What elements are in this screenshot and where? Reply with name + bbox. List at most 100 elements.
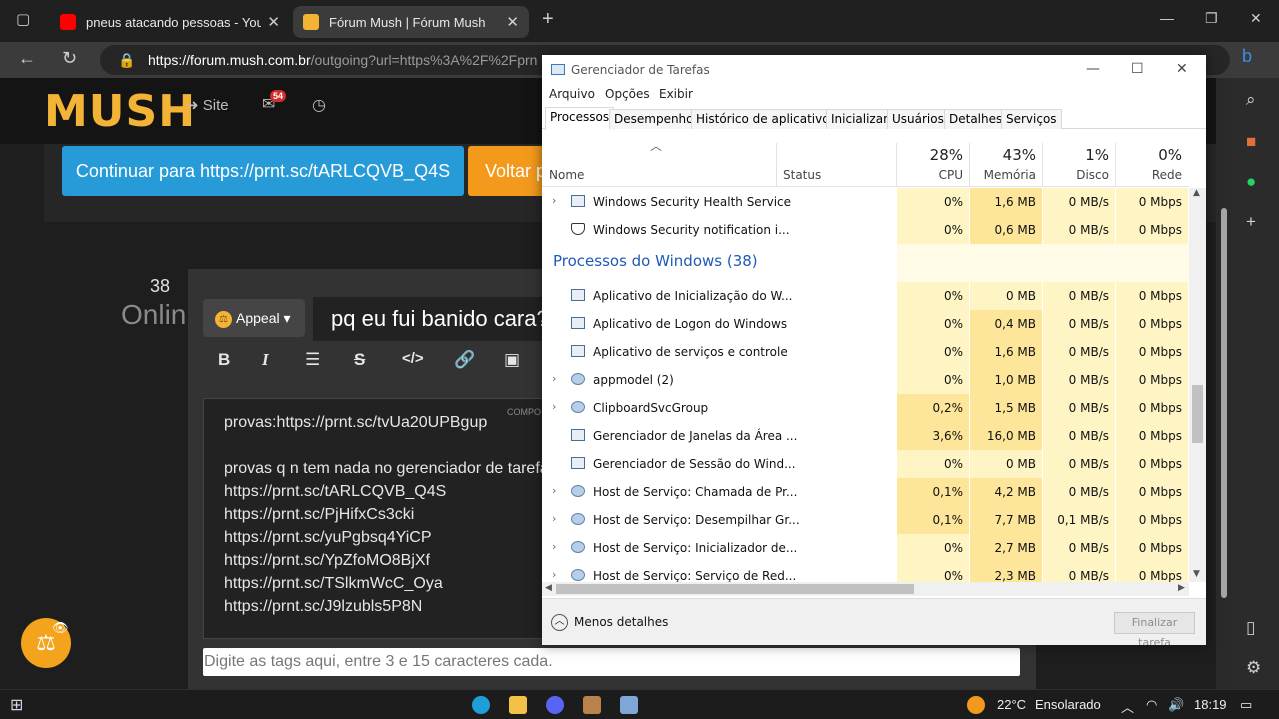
process-row[interactable]: Gerenciador de Janelas da Área ... 3,6% 16… (542, 422, 1189, 450)
process-row[interactable]: Windows Security notification i... 0% 0,6 … (542, 216, 1189, 244)
minimize-icon[interactable]: — (1160, 10, 1174, 26)
tab-historico[interactable]: Histórico de aplicativos (691, 109, 841, 129)
expand-chevron-icon[interactable]: › (552, 194, 556, 207)
col-cpu[interactable]: CPU (897, 168, 963, 182)
menu-exibir[interactable]: Exibir (659, 87, 693, 101)
bold-icon[interactable]: B (218, 350, 230, 370)
tab-servicos[interactable]: Serviços (1001, 109, 1062, 129)
tools-briefcase-icon[interactable]: ■ (1246, 132, 1256, 152)
strikethrough-icon[interactable]: S (354, 350, 365, 370)
close-tab-icon[interactable]: ✕ (267, 13, 280, 31)
wifi-icon[interactable]: ◠ (1146, 697, 1157, 713)
maximize-icon[interactable]: ☐ (1131, 61, 1144, 77)
add-plus-icon[interactable]: + (1246, 212, 1256, 232)
image-icon[interactable]: ▣ (504, 350, 520, 370)
split-screen-icon[interactable]: ▯ (1246, 618, 1255, 638)
tab-forum-mush[interactable]: Fórum Mush | Fórum Mush ✕ (293, 6, 529, 38)
task-manager-taskbar-icon[interactable] (620, 696, 638, 714)
menu-arquivo[interactable]: Arquivo (549, 87, 595, 101)
continue-button[interactable]: Continuar para https://prnt.sc/tARLCQVB_… (62, 146, 464, 196)
process-horizontal-scroll-thumb[interactable] (556, 584, 914, 594)
task-manager-titlebar[interactable]: Gerenciador de Tarefas — ☐ ✕ (542, 55, 1206, 85)
tab-usuarios[interactable]: Usuários (887, 109, 949, 129)
tags-input[interactable]: Digite as tags aqui, entre 3 e 15 caract… (203, 648, 1020, 676)
disk-percent[interactable]: 1% (1043, 146, 1109, 164)
windows-start-icon[interactable]: ⊞ (10, 695, 23, 715)
restore-icon[interactable]: ❐ (1205, 10, 1218, 27)
link-icon[interactable]: 🔗 (454, 350, 475, 370)
process-row[interactable]: › Host de Serviço: Inicializador de... 0% 2… (542, 534, 1189, 562)
process-row[interactable]: Aplicativo de Logon do Windows 0% 0,4 MB 0 … (542, 310, 1189, 338)
refresh-icon[interactable]: ↻ (62, 48, 77, 69)
recent-clock-icon[interactable]: ◷ (312, 95, 326, 115)
process-row[interactable]: Aplicativo de serviços e controle 0% 1,6 M… (542, 338, 1189, 366)
cpu-percent[interactable]: 28% (897, 146, 963, 164)
process-row[interactable]: › ClipboardSvcGroup 0,2% 1,5 MB 0 MB/s 0 Mbps (542, 394, 1189, 422)
close-window-icon[interactable]: ✕ (1250, 10, 1262, 27)
expand-chevron-icon[interactable]: › (552, 400, 556, 413)
network-percent[interactable]: 0% (1116, 146, 1182, 164)
less-details-button[interactable]: ︿ Menos detalhes (551, 614, 668, 631)
category-select[interactable]: ⚖ Appeal ▾ (203, 299, 305, 337)
new-tab-plus-icon[interactable]: + (542, 8, 554, 31)
process-vertical-scroll-thumb[interactable] (1192, 385, 1203, 443)
expand-chevron-icon[interactable]: › (552, 372, 556, 385)
menu-opcoes[interactable]: Opções (605, 87, 650, 101)
col-status[interactable]: Status (783, 168, 821, 182)
expand-chevron-icon[interactable]: › (552, 484, 556, 497)
minimize-icon[interactable]: — (1086, 61, 1100, 77)
process-row[interactable]: › Host de Serviço: Desempilhar Gr... 0,1% 7… (542, 506, 1189, 534)
expand-chevron-icon[interactable]: › (552, 540, 556, 553)
close-icon[interactable]: ✕ (1176, 61, 1188, 77)
weather-label[interactable]: Ensolarado (1035, 697, 1101, 712)
tab-desempenho[interactable]: Desempenho (609, 109, 699, 129)
package-icon[interactable] (583, 696, 601, 714)
process-net-value: 0 Mbps (1138, 485, 1182, 499)
process-row[interactable]: › Host de Serviço: Serviço de Red... 0% 2,3… (542, 562, 1189, 582)
scroll-up-icon[interactable]: ▲ (1193, 188, 1200, 198)
settings-gear-icon[interactable]: ⚙ (1246, 658, 1261, 678)
tab-youtube[interactable]: pneus atacando pessoas - YouTu ✕ (50, 6, 290, 38)
scroll-left-icon[interactable]: ◀ (545, 583, 552, 593)
tab-processos[interactable]: Processos (545, 107, 615, 130)
col-disk[interactable]: Disco (1043, 168, 1109, 182)
file-explorer-icon[interactable] (509, 696, 527, 714)
search-icon[interactable]: ⌕ (1246, 90, 1256, 110)
whatsapp-icon[interactable]: ● (1246, 172, 1256, 192)
notifications-center-icon[interactable]: ▭ (1240, 697, 1252, 713)
temperature[interactable]: 22°C (997, 697, 1026, 712)
process-row[interactable]: Aplicativo de Inicialização do W... 0% 0 M… (542, 282, 1189, 310)
col-network[interactable]: Rede (1116, 168, 1182, 182)
expand-chevron-icon[interactable]: › (552, 568, 556, 581)
volume-icon[interactable]: 🔊 (1168, 697, 1184, 713)
code-icon[interactable]: </> (402, 350, 424, 367)
group-header-windows-processes[interactable]: Processos do Windows (38) (553, 252, 758, 270)
list-icon[interactable]: ☰ (305, 350, 320, 370)
tab-detalhes[interactable]: Detalhes (944, 109, 1008, 129)
site-link[interactable]: ➜ Site (186, 96, 229, 114)
process-row[interactable]: › Windows Security Health Service 0% 1,6 MB… (542, 188, 1189, 216)
italic-icon[interactable]: I (262, 350, 269, 370)
tab-actions-icon[interactable]: ▢ (16, 10, 30, 28)
tray-chevron-up-icon[interactable]: ︿ (1121, 697, 1134, 716)
scroll-right-icon[interactable]: ▶ (1178, 583, 1185, 593)
scroll-down-icon[interactable]: ▼ (1193, 569, 1200, 579)
sort-chevron-up-icon[interactable]: ︿ (650, 137, 662, 154)
page-scroll-thumb[interactable] (1221, 208, 1227, 598)
back-arrow-icon[interactable]: ← (18, 48, 36, 69)
col-name[interactable]: Nome (549, 168, 584, 182)
expand-chevron-icon[interactable]: › (552, 512, 556, 525)
memory-percent[interactable]: 43% (970, 146, 1036, 164)
discord-icon[interactable] (546, 696, 564, 714)
process-row[interactable]: › Host de Serviço: Chamada de Pr... 0,1% 4,… (542, 478, 1189, 506)
tab-inicializar[interactable]: Inicializar (826, 109, 894, 129)
col-memory[interactable]: Memória (970, 168, 1036, 182)
mush-logo[interactable]: MUSH (44, 86, 196, 137)
end-task-button[interactable]: Finalizar tarefa (1114, 612, 1195, 645)
process-row[interactable]: › appmodel (2) 0% 1,0 MB 0 MB/s 0 Mbps (542, 366, 1189, 394)
bing-copilot-icon[interactable]: b (1242, 46, 1252, 67)
close-tab-icon[interactable]: ✕ (506, 13, 519, 31)
process-row[interactable]: Gerenciador de Sessão do Wind... 0% 0 MB 0 … (542, 450, 1189, 478)
edge-icon[interactable] (472, 696, 490, 714)
clock-time[interactable]: 18:19 (1194, 697, 1227, 712)
